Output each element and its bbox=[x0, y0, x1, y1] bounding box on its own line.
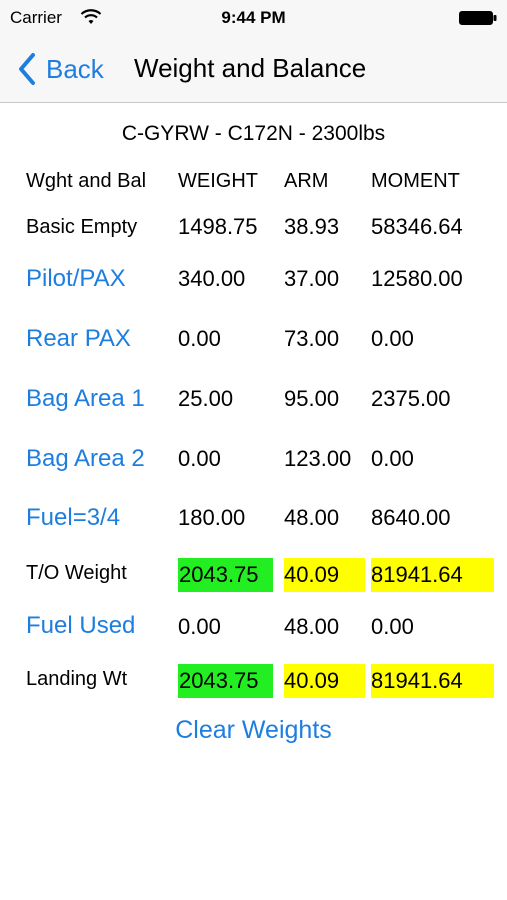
arm-bag-area-2: 123.00 bbox=[284, 446, 352, 471]
moment-pilot-pax: 12580.00 bbox=[371, 266, 463, 291]
moment-basic-empty: 58346.64 bbox=[371, 214, 463, 239]
landing-moment-value: 81941.64 bbox=[371, 664, 494, 698]
navigation-bar: Back Weight and Balance bbox=[0, 38, 507, 103]
back-button[interactable]: Back bbox=[18, 51, 104, 87]
bag-area-1-button[interactable]: Bag Area 1 bbox=[26, 382, 145, 416]
status-bar: Carrier 9:44 PM bbox=[0, 0, 507, 38]
battery-icon bbox=[459, 11, 497, 25]
row-label-basic-empty: Basic Empty bbox=[26, 216, 138, 238]
moment-fuel-used: 0.00 bbox=[371, 614, 414, 639]
arm-fuel: 48.00 bbox=[284, 505, 340, 530]
fuel-button[interactable]: Fuel=3/4 bbox=[26, 501, 120, 535]
moment-bag-area-1: 2375.00 bbox=[371, 386, 451, 411]
takeoff-arm-value: 40.09 bbox=[284, 558, 365, 592]
header-label: Wght and Bal bbox=[26, 170, 147, 192]
clear-weights-button[interactable]: Clear Weights bbox=[0, 716, 507, 745]
back-button-label: Back bbox=[46, 53, 104, 84]
moment-rear-pax: 0.00 bbox=[371, 326, 414, 351]
row-label-takeoff-weight: T/O Weight bbox=[26, 562, 127, 584]
weight-bag-area-1: 25.00 bbox=[178, 386, 234, 411]
status-time: 9:44 PM bbox=[221, 8, 286, 27]
takeoff-weight-value: 2043.75 bbox=[178, 558, 273, 592]
aircraft-identifier: C-GYRW - C172N - 2300lbs bbox=[121, 122, 386, 145]
weight-fuel: 180.00 bbox=[178, 505, 246, 530]
fuel-used-button[interactable]: Fuel Used bbox=[26, 609, 135, 643]
header-weight: WEIGHT bbox=[178, 170, 258, 192]
landing-arm-value: 40.09 bbox=[284, 664, 365, 698]
arm-fuel-used: 48.00 bbox=[284, 614, 340, 639]
moment-fuel: 8640.00 bbox=[371, 505, 451, 530]
moment-bag-area-2: 0.00 bbox=[371, 446, 414, 471]
page-title: Weight and Balance bbox=[134, 53, 367, 83]
arm-rear-pax: 73.00 bbox=[284, 326, 340, 351]
header-arm: ARM bbox=[284, 170, 329, 192]
chevron-left-icon bbox=[19, 53, 35, 85]
arm-bag-area-1: 95.00 bbox=[284, 386, 340, 411]
arm-pilot-pax: 37.00 bbox=[284, 266, 340, 291]
bag-area-2-button[interactable]: Bag Area 2 bbox=[26, 442, 145, 476]
rear-pax-button[interactable]: Rear PAX bbox=[26, 322, 131, 356]
row-label-landing-weight: Landing Wt bbox=[26, 668, 128, 690]
pilot-pax-button[interactable]: Pilot/PAX bbox=[26, 262, 126, 296]
weight-bag-area-2: 0.00 bbox=[178, 446, 221, 471]
header-moment: MOMENT bbox=[371, 170, 460, 192]
weight-fuel-used: 0.00 bbox=[178, 614, 221, 639]
takeoff-moment-value: 81941.64 bbox=[371, 558, 494, 592]
arm-basic-empty: 38.93 bbox=[284, 214, 340, 239]
weight-pilot-pax: 340.00 bbox=[178, 266, 246, 291]
landing-weight-value: 2043.75 bbox=[178, 664, 273, 698]
weight-rear-pax: 0.00 bbox=[178, 326, 221, 351]
weight-basic-empty: 1498.75 bbox=[178, 214, 258, 239]
